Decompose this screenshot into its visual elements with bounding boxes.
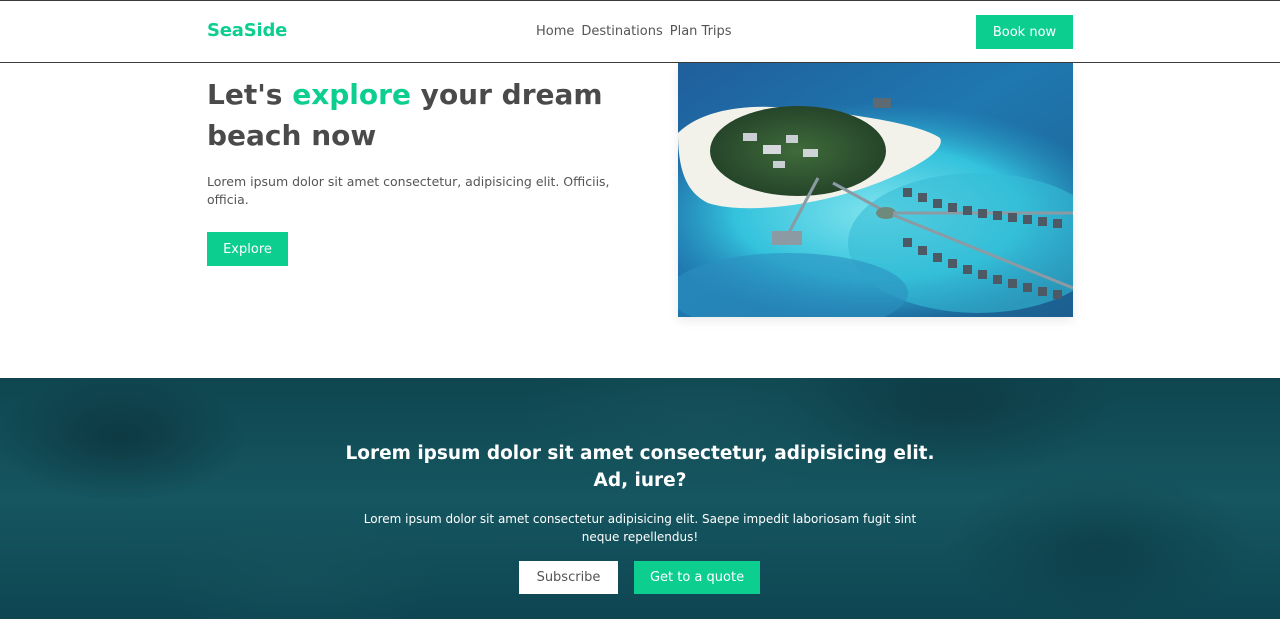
navbar: SeaSide Home Destinations Plan Trips Boo… — [0, 0, 1280, 63]
get-quote-button[interactable]: Get to a quote — [634, 561, 760, 594]
nav-link-home[interactable]: Home — [536, 24, 574, 39]
cta-description: Lorem ipsum dolor sit amet consectetur a… — [363, 512, 917, 544]
hero-description: Lorem ipsum dolor sit amet consectetur, … — [207, 174, 610, 207]
hero-title: Let's explore your dream beach now — [207, 74, 627, 156]
nav-link-plan-trips[interactable]: Plan Trips — [670, 24, 732, 39]
hero-title-accent: explore — [292, 78, 411, 111]
explore-button[interactable]: Explore — [207, 232, 288, 266]
subscribe-button[interactable]: Subscribe — [519, 561, 618, 594]
hero-island-image — [678, 63, 1073, 317]
nav-link-destinations[interactable]: Destinations — [581, 24, 662, 39]
brand-logo[interactable]: SeaSide — [207, 20, 287, 41]
cta-section: Lorem ipsum dolor sit amet consectetur, … — [0, 378, 1280, 619]
book-now-button[interactable]: Book now — [976, 15, 1073, 49]
nav-links: Home Destinations Plan Trips — [536, 24, 732, 39]
cta-title: Lorem ipsum dolor sit amet consectetur, … — [345, 443, 935, 491]
hero-title-start: Let's — [207, 78, 293, 111]
